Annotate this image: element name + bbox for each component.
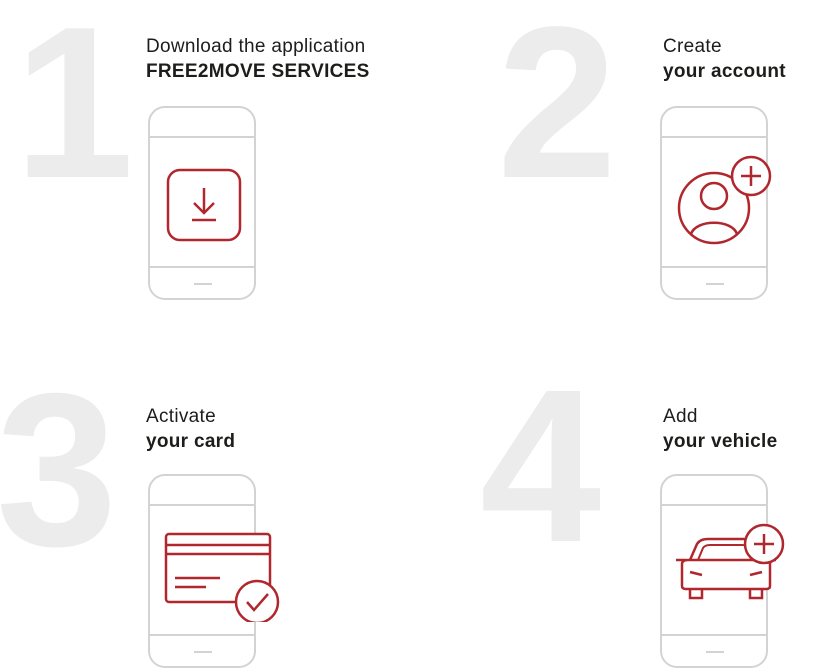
user-add-icon <box>677 155 772 245</box>
phone-frame <box>660 106 772 300</box>
phone-home-indicator <box>706 651 724 653</box>
step-title: Create your account <box>663 34 786 84</box>
phone-frame <box>148 474 280 668</box>
phone-frame <box>148 106 256 300</box>
phone-home-indicator <box>706 283 724 285</box>
step-title-emphasis: FREE2MOVE SERVICES <box>146 61 370 82</box>
phone-top-divider <box>150 136 254 138</box>
card-check-icon <box>164 532 280 622</box>
phone-top-divider <box>662 136 766 138</box>
step-title: Download the application FREE2MOVE SERVI… <box>146 34 370 84</box>
step-number: 1 <box>14 0 135 223</box>
phone-bottom-divider <box>662 634 766 636</box>
step-title-line: Download the application <box>146 36 366 57</box>
car-add-icon <box>676 523 785 600</box>
step-title: Activate your card <box>146 404 235 454</box>
step-title-line: Create <box>663 36 722 57</box>
step-title: Add your vehicle <box>663 404 777 454</box>
step-title-line: Activate <box>146 406 216 427</box>
step-number: 4 <box>480 345 602 588</box>
phone-bottom-divider <box>150 266 254 268</box>
phone-top-divider <box>662 504 766 506</box>
phone-frame <box>660 474 785 668</box>
step-number: 2 <box>497 0 618 223</box>
phone-top-divider <box>150 504 254 506</box>
phone-bottom-divider <box>150 634 254 636</box>
phone-bottom-divider <box>662 266 766 268</box>
step-title-line: Add <box>663 406 698 427</box>
phone-home-indicator <box>194 283 212 285</box>
download-icon <box>166 168 242 242</box>
phone-home-indicator <box>194 651 212 653</box>
step-title-emphasis: your card <box>146 431 236 452</box>
step-title-emphasis: your vehicle <box>663 431 778 452</box>
step-title-emphasis: your account <box>663 61 786 82</box>
step-number: 3 <box>0 349 118 592</box>
